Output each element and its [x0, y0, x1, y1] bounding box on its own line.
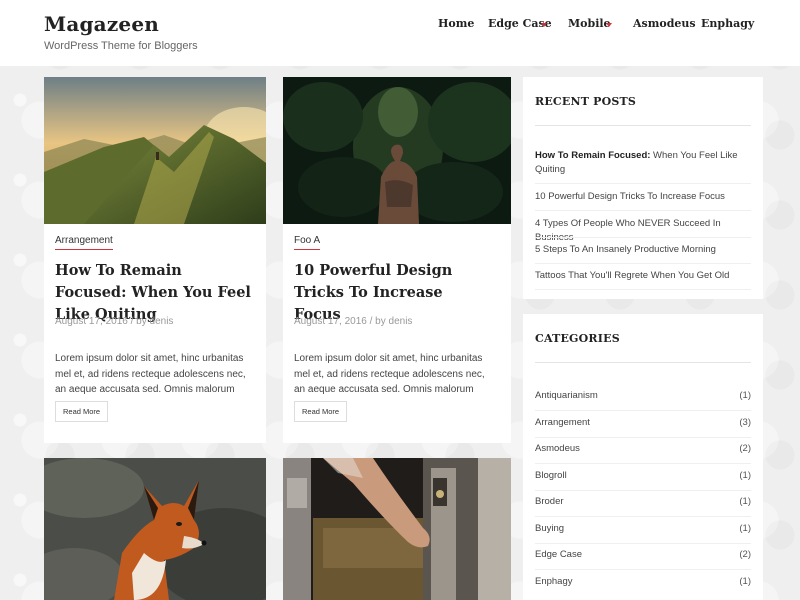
divider: [535, 569, 751, 570]
divider: [535, 183, 751, 184]
category-count: (1): [739, 470, 751, 481]
post-card: [283, 458, 511, 600]
post-thumbnail[interactable]: [44, 77, 266, 224]
category-count: (1): [739, 523, 751, 534]
recent-post-title-bold: How To Remain Focused:: [535, 150, 651, 161]
nav-item-enphagy[interactable]: Enphagy: [701, 17, 754, 30]
post-card: [44, 458, 266, 600]
divider: [535, 437, 751, 438]
chevron-down-icon[interactable]: [606, 23, 612, 27]
post-card: Foo A 10 Powerful Design Tricks To Incre…: [283, 77, 511, 443]
divider: [535, 490, 751, 491]
category-name: Asmodeus: [535, 443, 580, 454]
widget-title: RECENT POSTS: [535, 95, 637, 108]
category-name: Enphagy: [535, 576, 573, 587]
divider: [535, 289, 751, 290]
nav-item-asmodeus[interactable]: Asmodeus: [633, 17, 696, 30]
divider: [535, 237, 751, 238]
category-item[interactable]: Asmodeus (2): [535, 443, 751, 457]
post-card: Arrangement How To Remain Focused: When …: [44, 77, 266, 443]
category-name: Broder: [535, 496, 564, 507]
tattooed-man-forest-image[interactable]: [283, 77, 511, 224]
recent-post-link[interactable]: 5 Steps To An Insanely Productive Mornin…: [535, 243, 740, 257]
category-item[interactable]: Broder (1): [535, 496, 751, 510]
recent-post-link[interactable]: 10 Powerful Design Tricks To Increase Fo…: [535, 190, 740, 204]
category-count: (2): [739, 443, 751, 454]
site-header: Magazeen WordPress Theme for Bloggers Ho…: [0, 0, 800, 66]
recent-post-link[interactable]: How To Remain Focused: When You Feel Lik…: [535, 149, 740, 177]
divider: [535, 362, 751, 363]
category-count: (1): [739, 576, 751, 587]
mountain-ridge-hiker-image[interactable]: [44, 77, 266, 224]
recent-post-link[interactable]: 4 Types Of People Who NEVER Succeed In B…: [535, 217, 740, 245]
post-meta: August 17, 2016 / by denis: [294, 316, 413, 327]
category-count: (1): [739, 496, 751, 507]
divider: [535, 210, 751, 211]
recent-posts-widget: RECENT POSTS How To Remain Focused: When…: [523, 77, 763, 299]
site-title[interactable]: Magazeen: [44, 12, 159, 36]
red-fox-image[interactable]: [44, 458, 266, 600]
post-thumbnail[interactable]: [283, 458, 511, 600]
divider: [535, 125, 751, 126]
category-item[interactable]: Blogroll (1): [535, 470, 751, 484]
category-item[interactable]: Edge Case (2): [535, 549, 751, 563]
chevron-down-icon[interactable]: [541, 23, 547, 27]
category-item[interactable]: Buying (1): [535, 523, 751, 537]
divider: [535, 410, 751, 411]
category-name: Arrangement: [535, 417, 590, 428]
widget-title: CATEGORIES: [535, 332, 620, 345]
category-item[interactable]: Antiquarianism (1): [535, 390, 751, 404]
divider: [535, 516, 751, 517]
category-item[interactable]: Enphagy (1): [535, 576, 751, 590]
post-excerpt: Lorem ipsum dolor sit amet, hinc urbanit…: [55, 353, 246, 395]
read-more-button[interactable]: Read More: [55, 401, 109, 422]
post-thumbnail[interactable]: [283, 77, 511, 224]
category-name: Buying: [535, 523, 565, 534]
nav-item-home[interactable]: Home: [438, 17, 474, 30]
post-meta: August 17, 2016 / by denis: [55, 316, 174, 327]
category-item[interactable]: Arrangement (3): [535, 417, 751, 431]
category-count: (1): [739, 390, 751, 401]
category-name: Blogroll: [535, 470, 567, 481]
categories-widget: CATEGORIES Antiquarianism (1) Arrangement…: [523, 314, 763, 600]
divider: [535, 263, 751, 264]
read-more-button[interactable]: Read More: [294, 401, 348, 422]
hand-opening-door-image[interactable]: [283, 458, 511, 600]
recent-post-link[interactable]: Tattoos That You'll Regrete When You Get…: [535, 269, 740, 283]
site-tagline: WordPress Theme for Bloggers: [44, 40, 198, 52]
post-category-link[interactable]: Foo A: [294, 235, 321, 250]
category-count: (2): [739, 549, 751, 560]
divider: [535, 463, 751, 464]
category-count: (3): [739, 417, 751, 428]
category-name: Antiquarianism: [535, 390, 598, 401]
category-name: Edge Case: [535, 549, 583, 560]
divider: [535, 543, 751, 544]
post-category-link[interactable]: Arrangement: [55, 235, 113, 250]
post-thumbnail[interactable]: [44, 458, 266, 600]
nav-item-mobile[interactable]: Mobile: [568, 17, 611, 30]
post-excerpt: Lorem ipsum dolor sit amet, hinc urbanit…: [294, 353, 485, 395]
